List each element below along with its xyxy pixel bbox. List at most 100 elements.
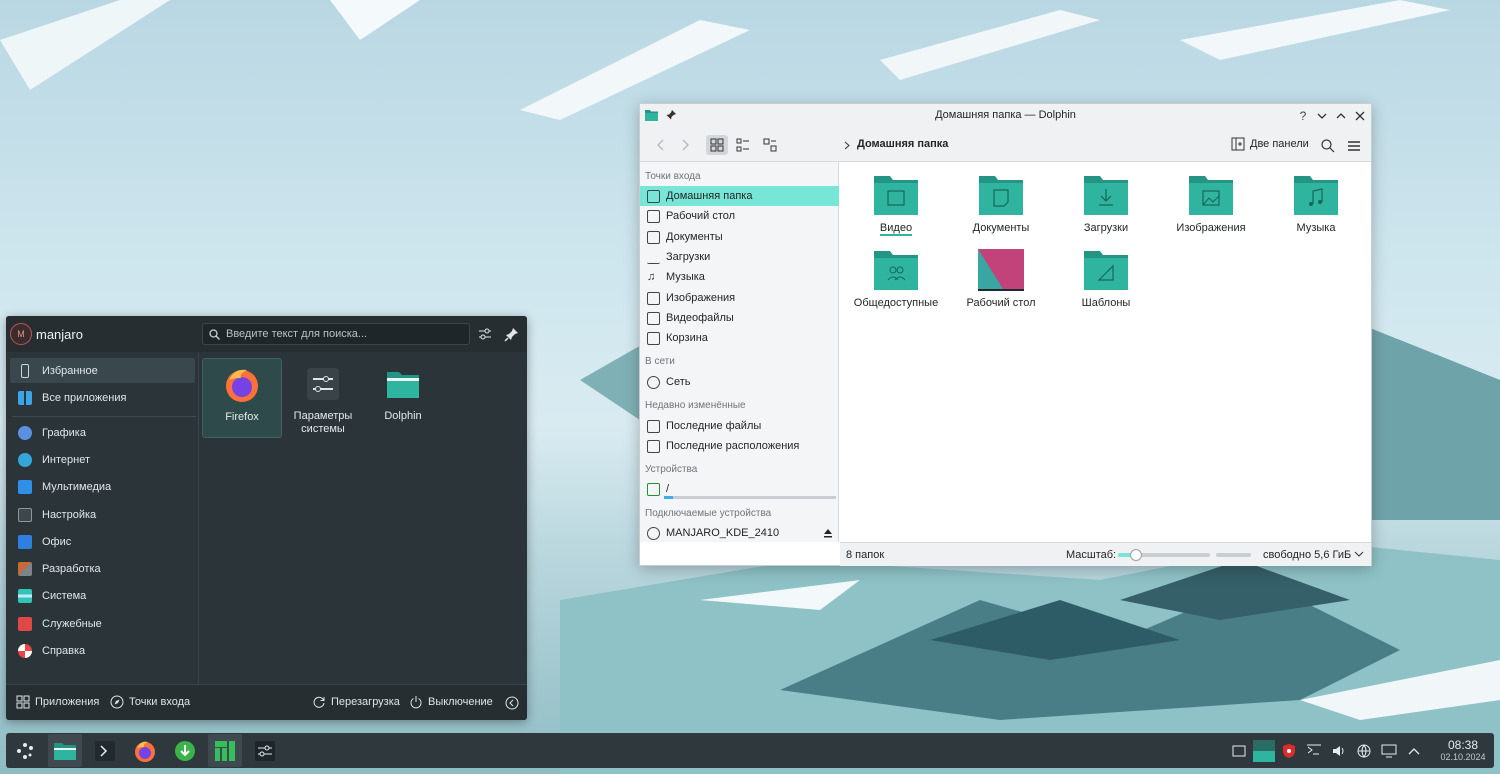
search-icon[interactable] [1321, 139, 1335, 153]
graphics-icon [18, 425, 32, 440]
drive-icon [647, 482, 660, 496]
system-settings-icon [255, 740, 275, 761]
bookmark-icon [21, 363, 29, 378]
music-icon [1293, 174, 1339, 216]
place-removable-device[interactable]: MANJARO_KDE_2410 [640, 523, 839, 543]
compact-view-button[interactable] [732, 135, 754, 155]
application-launcher-button[interactable] [8, 734, 42, 767]
category-office[interactable]: Офис [10, 529, 195, 554]
split-view-button[interactable]: Две панели [1231, 137, 1309, 151]
place-desktop[interactable]: Рабочий стол [640, 206, 839, 226]
sliders-icon[interactable] [476, 325, 494, 343]
back-icon[interactable] [650, 135, 672, 155]
system-icon [18, 588, 32, 603]
place-documents[interactable]: Документы [640, 227, 839, 247]
help-button[interactable]: ? [1295, 108, 1311, 124]
folder-item[interactable]: Видео [846, 174, 946, 236]
volume-icon [1333, 745, 1344, 756]
chevron-up-icon [1408, 747, 1420, 754]
chevron-down-icon[interactable] [1354, 551, 1364, 559]
tab-places[interactable]: Точки входа [110, 695, 190, 709]
digital-clock[interactable]: 08:38 02.10.2024 [1432, 737, 1494, 763]
taskbar-dolphin[interactable] [48, 734, 82, 767]
folder-item[interactable]: Музыка [1266, 174, 1366, 234]
folder-item[interactable]: Шаблоны [1056, 249, 1156, 309]
shutdown-button[interactable]: Выключение [409, 695, 493, 709]
sidebar-divider [12, 416, 196, 417]
folder-item[interactable]: Общедоступные [846, 249, 946, 309]
music-icon: ♫ [647, 270, 656, 283]
place-recent-files[interactable]: Последние файлы [640, 416, 839, 436]
tab-applications[interactable]: Приложения [16, 695, 99, 709]
category-internet[interactable]: Интернет [10, 447, 195, 472]
favorite-dolphin[interactable]: Dolphin [363, 358, 443, 438]
category-system[interactable]: Система [10, 583, 195, 608]
pin-icon[interactable] [503, 325, 521, 343]
taskbar-updates[interactable] [168, 734, 202, 767]
tray-expand-button[interactable] [1403, 740, 1425, 762]
taskbar-system-settings[interactable] [248, 734, 282, 767]
taskbar-terminal[interactable] [88, 734, 122, 767]
taskbar-firefox[interactable] [128, 734, 162, 767]
network-tray-button[interactable] [1353, 740, 1375, 762]
folder-item[interactable]: Рабочий стол [951, 249, 1051, 309]
category-favorites[interactable]: Избранное [10, 358, 195, 383]
category-development[interactable]: Разработка [10, 556, 195, 581]
compass-icon [110, 695, 124, 709]
category-help[interactable]: Справка [10, 638, 195, 663]
optical-disc-icon [647, 526, 660, 540]
place-home[interactable]: Домашняя папка [640, 186, 839, 206]
close-icon[interactable] [1352, 108, 1368, 124]
category-graphics[interactable]: Графика [10, 420, 195, 445]
clock-time: 08:38 [1447, 737, 1479, 752]
eject-icon[interactable] [823, 528, 833, 538]
firefox-icon [226, 369, 258, 402]
place-trash[interactable]: Корзина [640, 328, 839, 348]
search-input[interactable]: Введите текст для поиска... [202, 323, 470, 345]
restart-button[interactable]: Перезагрузка [312, 695, 400, 709]
hamburger-menu-icon[interactable] [1347, 139, 1361, 153]
avatar[interactable]: M [10, 323, 32, 345]
security-tray-button[interactable] [1278, 740, 1300, 762]
folder-item[interactable]: Изображения [1161, 174, 1261, 234]
category-settings[interactable]: Настройка [10, 502, 195, 527]
hammer-icon [18, 561, 32, 576]
film-icon [873, 174, 919, 216]
chevron-left-icon[interactable] [505, 696, 519, 710]
template-icon [1083, 249, 1129, 291]
taskbar-manjaro-hello[interactable] [208, 734, 242, 767]
pager-desktop-1[interactable] [1253, 739, 1275, 762]
download-icon [647, 251, 660, 264]
clock-date: 02.10.2024 [1440, 751, 1486, 762]
minimize-icon[interactable] [1314, 108, 1330, 124]
zoom-slider[interactable] [1118, 549, 1210, 561]
breadcrumb[interactable]: Домашняя папка [857, 138, 948, 150]
category-multimedia[interactable]: Мультимедиа [10, 474, 195, 499]
zoom-slider-handle[interactable] [1130, 549, 1143, 561]
category-utilities[interactable]: Служебные [10, 611, 195, 636]
category-all-apps[interactable]: Все приложения [10, 385, 195, 410]
forward-icon[interactable] [674, 135, 696, 155]
place-downloads[interactable]: Загрузки [640, 247, 839, 267]
multimedia-icon [18, 479, 32, 494]
item-count: 8 папок [846, 549, 885, 561]
place-videos[interactable]: Видеофайлы [640, 308, 839, 328]
display-tray-button[interactable] [1378, 740, 1400, 762]
terminal-tray-button[interactable] [1303, 740, 1325, 762]
place-music[interactable]: ♫ Музыка [640, 267, 839, 287]
place-recent-locations[interactable]: Последние расположения [640, 436, 839, 456]
maximize-icon[interactable] [1333, 108, 1349, 124]
place-network[interactable]: Сеть [640, 372, 839, 392]
folder-item[interactable]: Документы [951, 174, 1051, 234]
volume-button[interactable] [1328, 740, 1350, 762]
folder-item[interactable]: Загрузки [1056, 174, 1156, 234]
favorite-firefox[interactable]: Firefox [202, 358, 282, 438]
place-pictures[interactable]: Изображения [640, 288, 839, 308]
recent-files-icon [647, 419, 660, 433]
details-view-button[interactable] [759, 135, 781, 155]
show-desktop-button[interactable] [1228, 740, 1250, 762]
settings-icon [18, 507, 32, 522]
toolbar: Домашняя папка Две панели [640, 128, 1371, 162]
icons-view-button[interactable] [706, 135, 728, 155]
favorite-system-settings[interactable]: Параметры системы [283, 358, 363, 438]
